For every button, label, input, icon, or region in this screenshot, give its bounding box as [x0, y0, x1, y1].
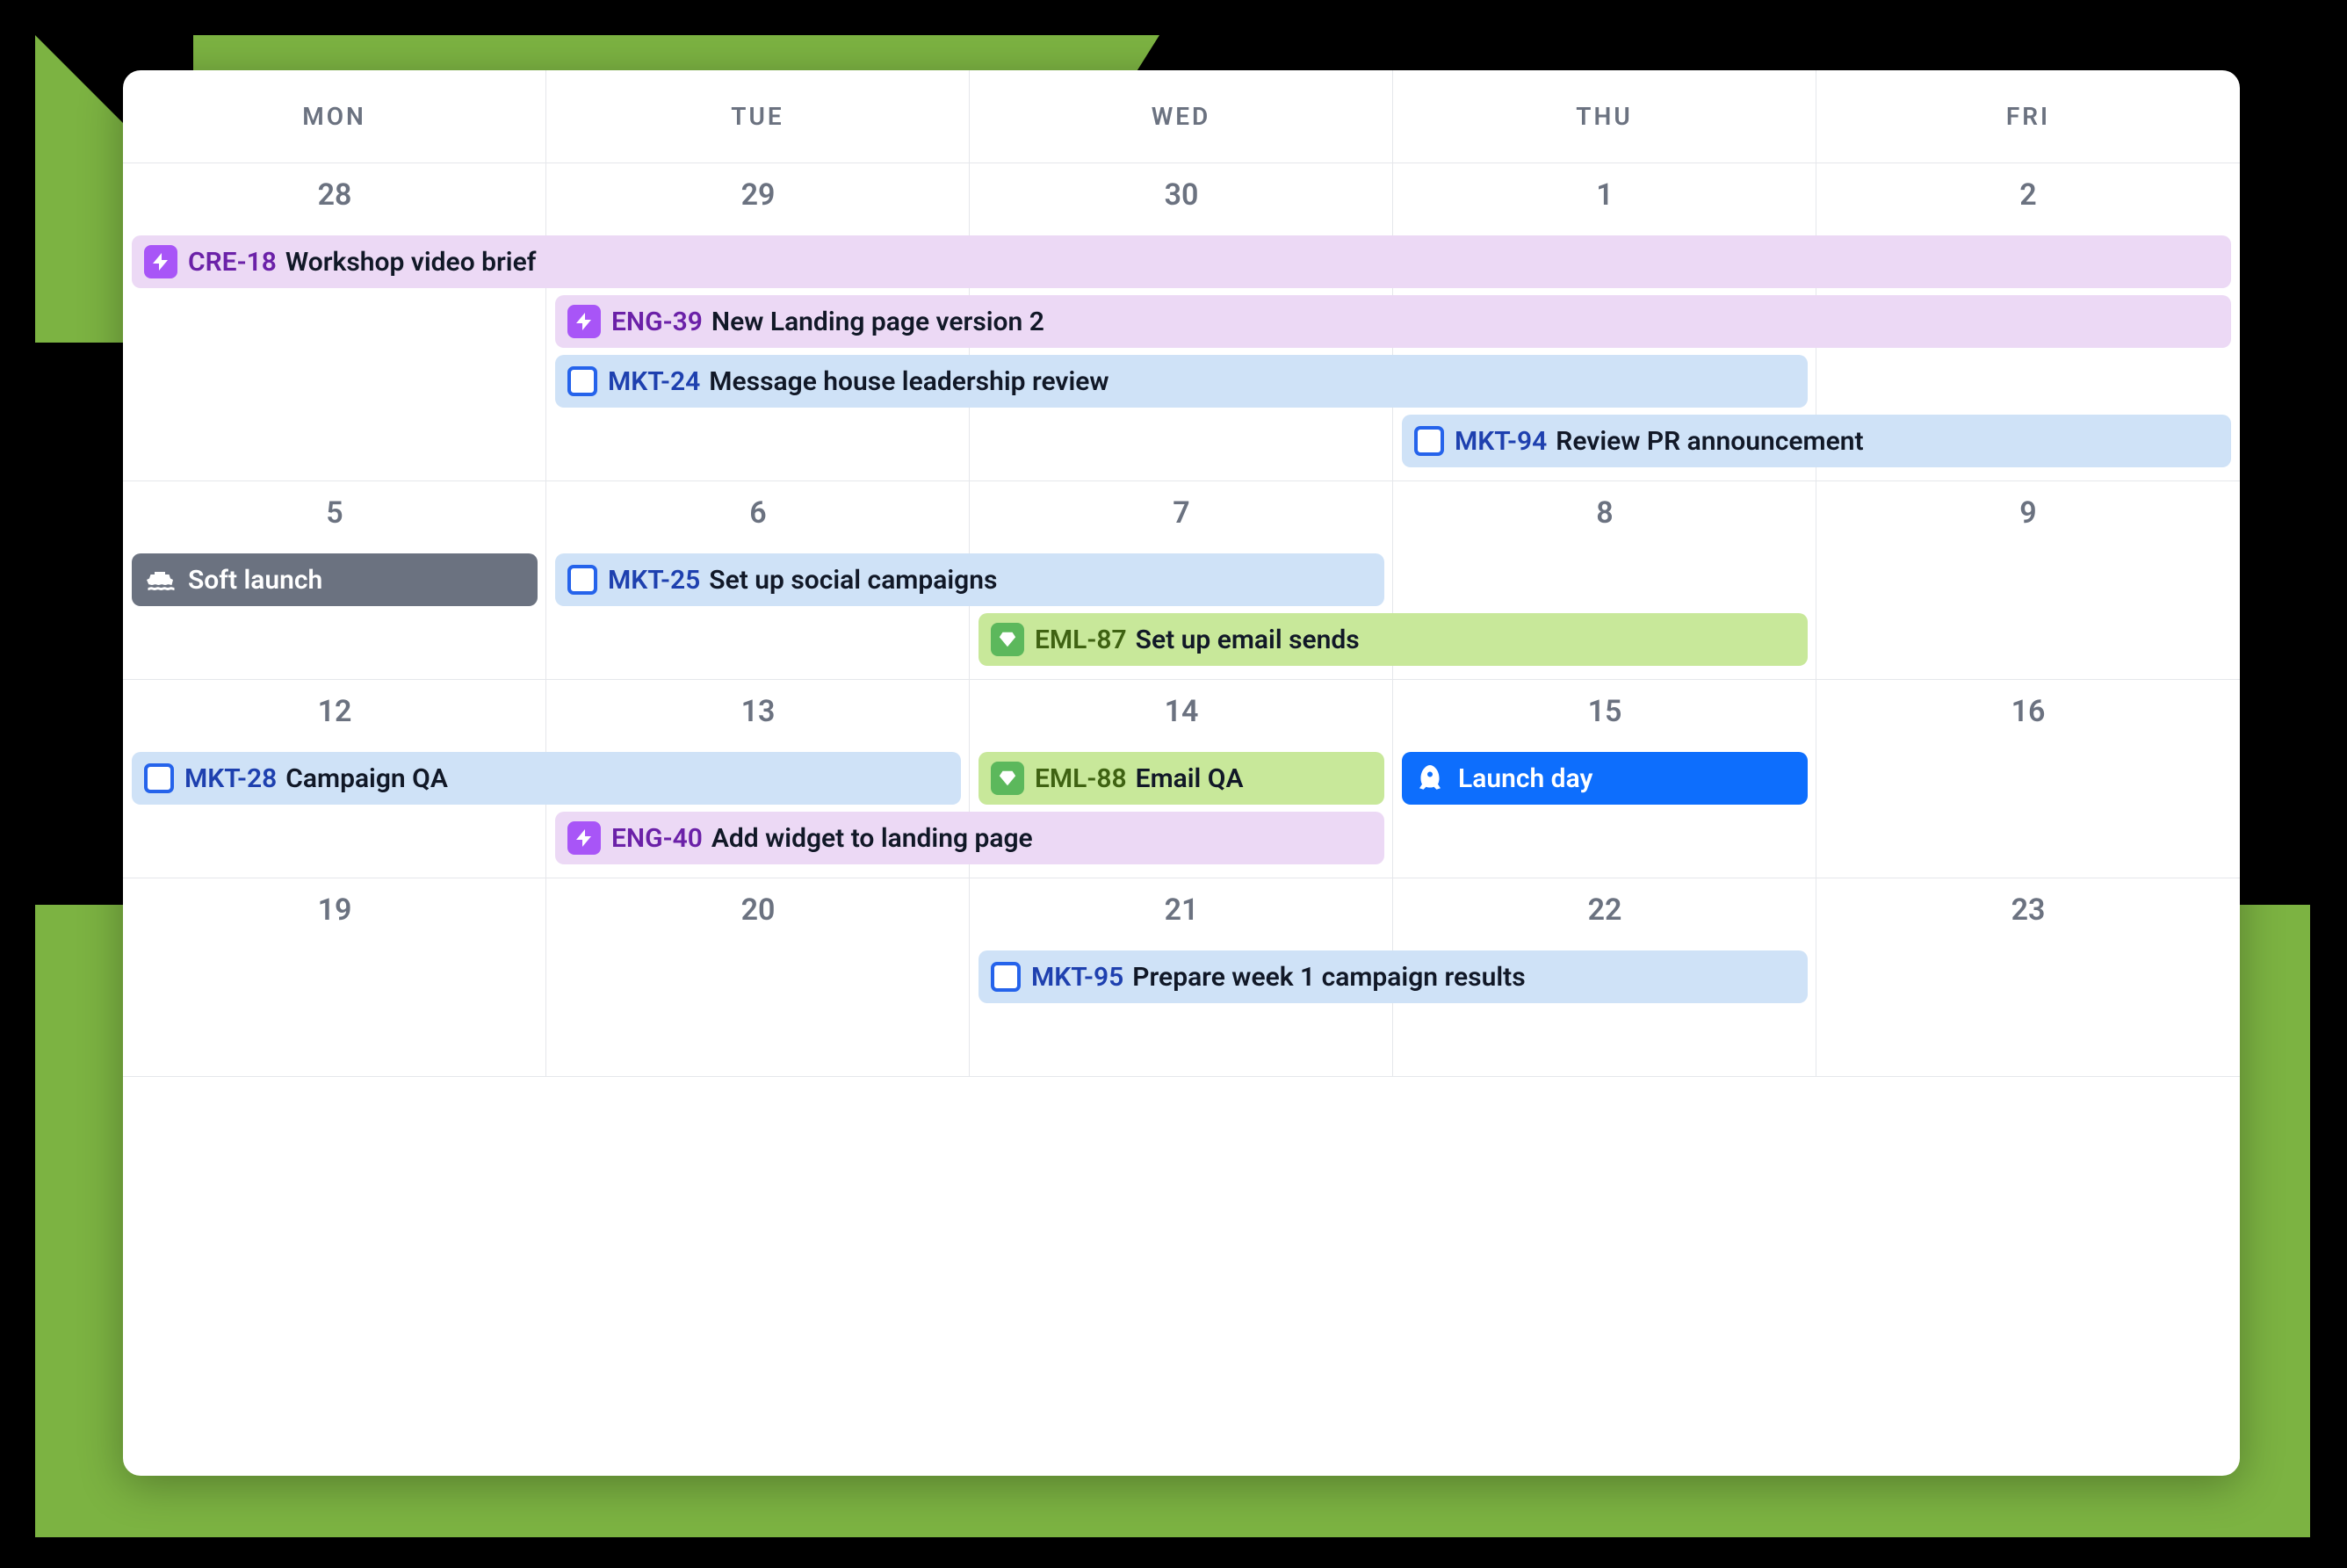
date-number[interactable]: 20: [546, 878, 970, 936]
date-number[interactable]: 29: [546, 163, 970, 221]
week-row: 1920212223 MKT-95 Prepare week 1 campaign …: [123, 878, 2240, 1077]
calendar-event[interactable]: ENG-40 Add widget to landing page: [555, 812, 1384, 864]
calendar-event[interactable]: MKT-28 Campaign QA: [132, 752, 961, 805]
diamond-icon: [991, 762, 1024, 795]
rocket-icon: [1414, 762, 1446, 794]
calendar-event[interactable]: MKT-95 Prepare week 1 campaign results: [979, 950, 1808, 1003]
date-number[interactable]: 5: [123, 481, 546, 539]
event-title: Set up social campaigns: [709, 565, 997, 596]
day-header-row: MON TUE WED THU FRI: [123, 70, 2240, 163]
square-icon: [567, 366, 597, 396]
date-number[interactable]: 22: [1393, 878, 1816, 936]
event-title: New Landing page version 2: [711, 307, 1044, 337]
event-title: Set up email sends: [1136, 625, 1360, 655]
calendar-event[interactable]: Soft launch: [132, 553, 538, 606]
week-row: 28293012 CRE-18 Workshop video brief ENG-39…: [123, 163, 2240, 481]
calendar-event[interactable]: EML-87 Set up email sends: [979, 613, 1808, 666]
date-number[interactable]: 15: [1393, 680, 1816, 738]
date-number[interactable]: 23: [1816, 878, 2240, 936]
event-title: Email QA: [1136, 763, 1244, 794]
date-number[interactable]: 8: [1393, 481, 1816, 539]
ticket-id: EML-88: [1035, 763, 1127, 794]
square-icon: [144, 763, 174, 793]
ticket-id: ENG-40: [611, 823, 703, 854]
day-header: WED: [970, 70, 1393, 163]
square-icon: [567, 565, 597, 595]
event-title: Campaign QA: [285, 763, 448, 794]
event-title: Prepare week 1 campaign results: [1132, 962, 1525, 993]
calendar-event[interactable]: MKT-25 Set up social campaigns: [555, 553, 1384, 606]
calendar-event[interactable]: MKT-94 Review PR announcement: [1402, 415, 2231, 467]
event-title: Add widget to landing page: [711, 823, 1033, 854]
calendar-event[interactable]: CRE-18 Workshop video brief: [132, 235, 2231, 288]
ticket-id: MKT-95: [1031, 962, 1123, 993]
date-number[interactable]: 1: [1393, 163, 1816, 221]
day-header: FRI: [1816, 70, 2240, 163]
ticket-id: MKT-28: [184, 763, 277, 794]
date-number[interactable]: 28: [123, 163, 546, 221]
event-title: Review PR announcement: [1556, 426, 1863, 457]
date-number[interactable]: 21: [970, 878, 1393, 936]
square-icon: [991, 962, 1021, 992]
day-header: MON: [123, 70, 546, 163]
date-number[interactable]: 12: [123, 680, 546, 738]
event-title: Soft launch: [188, 565, 322, 596]
ticket-id: MKT-94: [1455, 426, 1547, 457]
date-number[interactable]: 14: [970, 680, 1393, 738]
ticket-id: MKT-24: [608, 366, 700, 397]
calendar-event[interactable]: MKT-24 Message house leadership review: [555, 355, 1808, 408]
diamond-icon: [991, 623, 1024, 656]
event-title: Workshop video brief: [285, 247, 537, 278]
calendar-event[interactable]: EML-88 Email QA: [979, 752, 1384, 805]
event-title: Launch day: [1458, 763, 1592, 794]
lightning-icon: [144, 245, 177, 278]
ticket-id: EML-87: [1035, 625, 1127, 655]
date-number[interactable]: 30: [970, 163, 1393, 221]
ticket-id: CRE-18: [188, 247, 277, 278]
day-header: TUE: [546, 70, 970, 163]
lightning-icon: [567, 305, 601, 338]
date-number[interactable]: 2: [1816, 163, 2240, 221]
date-number[interactable]: 6: [546, 481, 970, 539]
square-icon: [1414, 426, 1444, 456]
date-number[interactable]: 19: [123, 878, 546, 936]
calendar-event[interactable]: ENG-39 New Landing page version 2: [555, 295, 2231, 348]
date-number[interactable]: 16: [1816, 680, 2240, 738]
lightning-icon: [567, 821, 601, 855]
calendar: MON TUE WED THU FRI 28293012CRE-18Worksh…: [123, 70, 2240, 1476]
calendar-event[interactable]: Launch day: [1402, 752, 1808, 805]
ticket-id: MKT-25: [608, 565, 700, 596]
week-row: 1213141516 MKT-28 Campaign QA Launch day EML…: [123, 680, 2240, 878]
ship-icon: [144, 564, 176, 596]
week-row: 56789 Soft launch MKT-25 Set up social camp…: [123, 481, 2240, 680]
date-number[interactable]: 9: [1816, 481, 2240, 539]
day-header: THU: [1393, 70, 1816, 163]
ticket-id: ENG-39: [611, 307, 703, 337]
event-title: Message house leadership review: [709, 366, 1109, 397]
date-number[interactable]: 13: [546, 680, 970, 738]
date-number[interactable]: 7: [970, 481, 1393, 539]
